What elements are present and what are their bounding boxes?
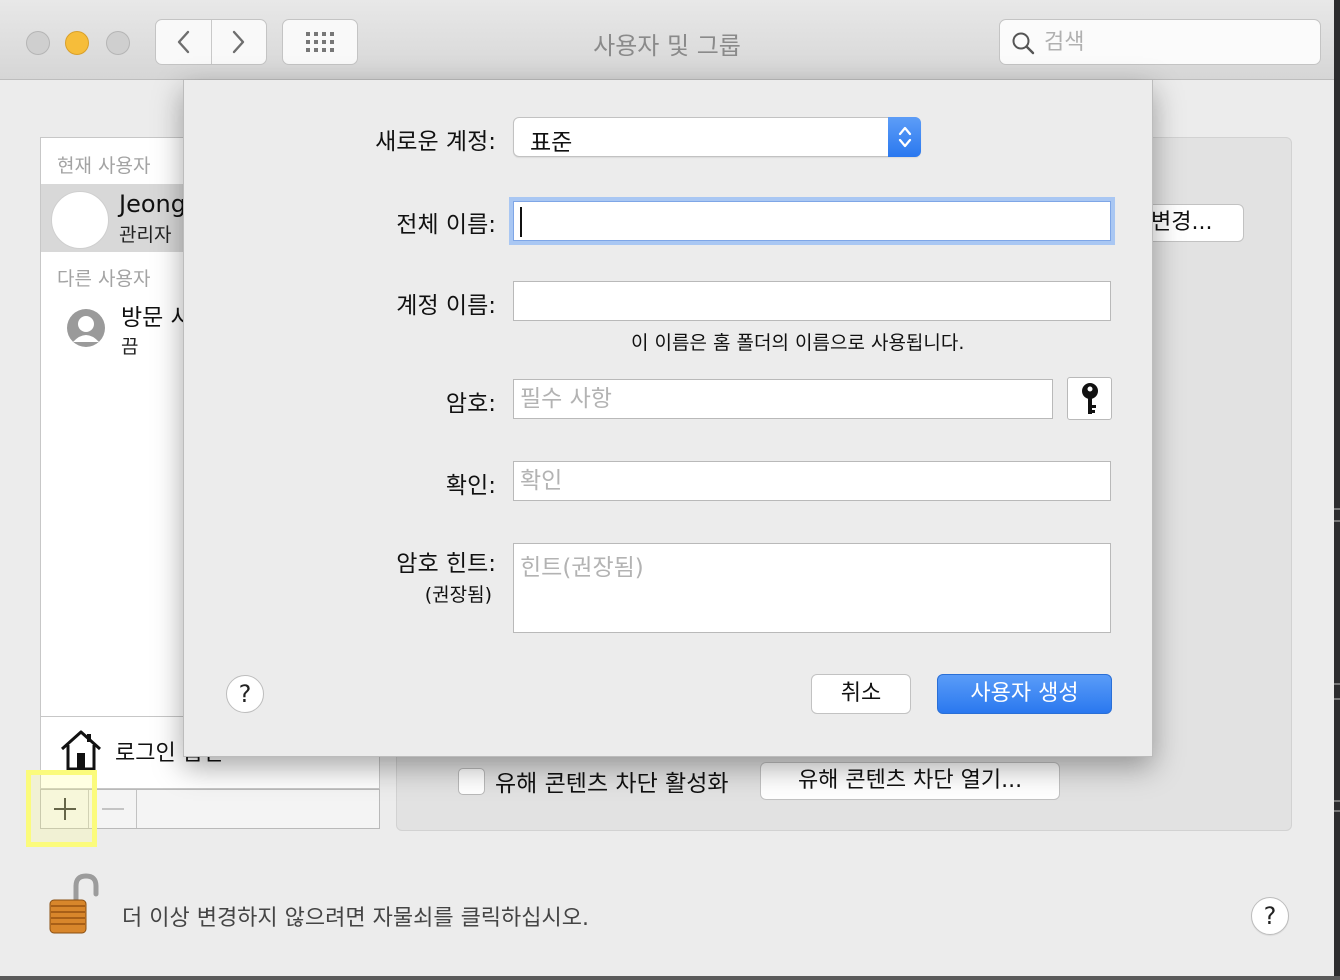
text-caret xyxy=(520,207,522,237)
hint-sublabel: (권장됨) xyxy=(424,584,492,606)
current-user-role: 관리자 xyxy=(119,224,172,246)
search-field[interactable] xyxy=(999,19,1321,65)
lock-message: 더 이상 변경하지 않으려면 자물쇠를 클릭하십시오. xyxy=(122,906,590,931)
title-bar: 사용자 및 그룹 xyxy=(0,0,1334,80)
guest-user-name[interactable]: 방문 사 xyxy=(121,298,192,332)
full-name-field[interactable] xyxy=(513,201,1111,241)
add-user-button[interactable] xyxy=(41,790,89,828)
minus-icon xyxy=(101,808,124,810)
account-type-popup[interactable]: 표준 xyxy=(513,117,921,157)
password-assistant-button[interactable] xyxy=(1067,377,1112,420)
search-input[interactable] xyxy=(1044,26,1304,58)
sheet-help-button[interactable]: ? xyxy=(226,675,264,713)
remove-user-button[interactable] xyxy=(89,790,137,828)
popup-arrows-icon xyxy=(888,117,921,157)
hint-field[interactable] xyxy=(513,543,1111,633)
guest-avatar-icon[interactable] xyxy=(66,308,106,348)
parental-controls-row: 유해 콘텐츠 차단 활성화 xyxy=(458,764,729,798)
other-users-header: 다른 사용자 xyxy=(57,268,151,290)
window-bottom-edge xyxy=(0,976,1340,980)
verify-label: 확인: xyxy=(445,473,496,499)
verify-field[interactable] xyxy=(513,461,1111,501)
key-icon xyxy=(1081,382,1098,414)
add-remove-bar xyxy=(40,789,380,829)
account-type-value: 표준 xyxy=(530,130,573,156)
avatar xyxy=(51,191,109,249)
account-name-label: 계정 이름: xyxy=(396,293,496,319)
parental-controls-checkbox[interactable] xyxy=(458,767,485,795)
password-label: 암호: xyxy=(445,391,496,417)
plus-icon xyxy=(53,798,76,820)
search-icon xyxy=(1012,32,1035,55)
new-account-sheet: 새로운 계정: 표준 전체 이름: 계정 이름: 이 이름은 홈 폴더의 이름으… xyxy=(183,80,1153,757)
house-icon xyxy=(60,730,102,771)
system-preferences-window: 사용자 및 그룹 현재 사용자 Jeong 관리자 다른 사용자 방문 사 끔 … xyxy=(0,0,1340,980)
current-user-name: Jeong xyxy=(119,190,186,218)
new-account-label: 새로운 계정: xyxy=(375,129,496,155)
hint-label: 암호 힌트: xyxy=(396,551,496,577)
full-name-label: 전체 이름: xyxy=(396,212,496,238)
padlock-icon[interactable] xyxy=(48,872,100,936)
cancel-button[interactable]: 취소 xyxy=(811,674,911,714)
create-user-button[interactable]: 사용자 생성 xyxy=(937,674,1112,714)
password-field[interactable] xyxy=(513,379,1053,419)
account-name-field[interactable] xyxy=(513,281,1111,321)
help-button[interactable]: ? xyxy=(1251,897,1289,935)
open-parental-controls-button[interactable]: 유해 콘텐츠 차단 열기... xyxy=(760,762,1060,800)
current-users-header: 현재 사용자 xyxy=(57,155,151,177)
account-name-note: 이 이름은 홈 폴더의 이름으로 사용됩니다. xyxy=(631,332,965,354)
window-edge xyxy=(1334,0,1340,980)
parental-controls-label[interactable]: 유해 콘텐츠 차단 활성화 xyxy=(495,764,729,798)
guest-user-status: 끔 xyxy=(121,336,139,358)
